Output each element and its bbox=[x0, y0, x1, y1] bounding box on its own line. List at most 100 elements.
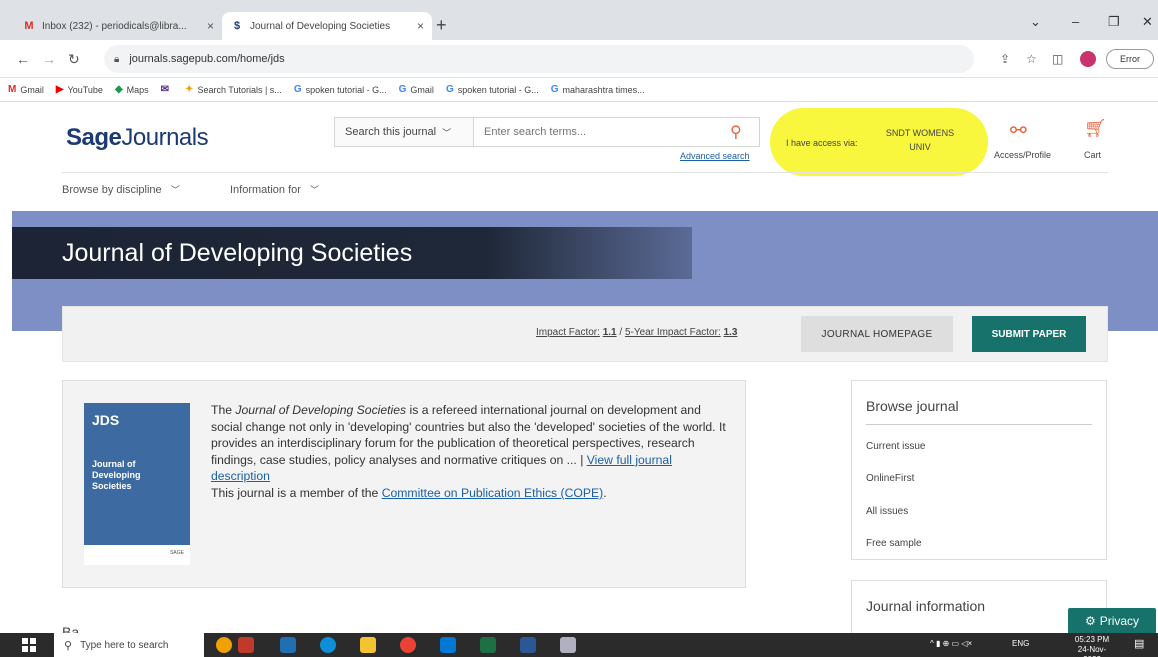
chevron-down-icon: ﹀ bbox=[309, 185, 319, 195]
search-icon: ⚲ bbox=[64, 639, 73, 652]
excel-icon[interactable] bbox=[480, 637, 496, 653]
bookmark-label: spoken tutorial - G... bbox=[305, 84, 387, 95]
institution-access-highlight: I have access via: SNDT WOMENS UNIV bbox=[770, 108, 988, 176]
share-icon[interactable]: ⇪ bbox=[1000, 52, 1010, 66]
restore-icon[interactable]: ❐ bbox=[1108, 14, 1120, 30]
task-view-icon[interactable] bbox=[280, 637, 296, 653]
bookmark-label: maharashtra times... bbox=[562, 84, 645, 95]
privacy-label: Privacy bbox=[1099, 614, 1140, 628]
address-bar[interactable]: 🔒︎ journals.sagepub.com/home/jds bbox=[104, 45, 974, 73]
search-input[interactable] bbox=[474, 117, 760, 147]
tab-search-icon[interactable]: ⌄ bbox=[1030, 14, 1041, 30]
five-year-impact-value: 1.3 bbox=[723, 327, 738, 338]
bookmark-search-tutorials[interactable]: ✦ Search Tutorials | s... bbox=[185, 84, 282, 95]
access-label: I have access via: bbox=[786, 138, 858, 148]
gift-app-icon[interactable] bbox=[238, 637, 254, 653]
chrome-icon[interactable] bbox=[400, 637, 416, 653]
menu-label: Browse by discipline bbox=[62, 184, 162, 196]
close-tab-icon[interactable]: × bbox=[417, 19, 424, 33]
access-institution[interactable]: SNDT WOMENS UNIV bbox=[880, 126, 960, 154]
side-panel-icon[interactable]: ◫ bbox=[1052, 52, 1063, 66]
forward-icon[interactable]: → bbox=[42, 51, 56, 67]
alarm-app-icon[interactable] bbox=[216, 637, 232, 653]
bookmark-label: Gmail bbox=[410, 84, 434, 95]
maps-icon: ◆ bbox=[114, 84, 123, 95]
cart-label[interactable]: Cart bbox=[1084, 150, 1101, 160]
language-indicator[interactable]: ENG bbox=[1012, 639, 1029, 648]
browse-by-discipline-menu[interactable]: Browse by discipline ﹀ bbox=[62, 183, 180, 196]
cover-journal-name: Journal of Developing Societies bbox=[92, 459, 141, 491]
reload-icon[interactable]: ↻ bbox=[68, 51, 80, 68]
five-year-impact-label: 5-Year Impact Factor: bbox=[624, 327, 721, 338]
logo-bold: Sage bbox=[66, 124, 122, 151]
sage-journals-logo[interactable]: SageJournals bbox=[66, 124, 209, 152]
journal-homepage-button[interactable]: JOURNAL HOMEPAGE bbox=[801, 316, 953, 352]
tab-journal[interactable]: $ Journal of Developing Societies × bbox=[222, 12, 432, 40]
bookmark-mail[interactable]: ✉ bbox=[161, 84, 173, 95]
bookmark-label: Maps bbox=[126, 84, 149, 95]
cope-link[interactable]: Committee on Publication Ethics (COPE) bbox=[382, 486, 604, 500]
file-explorer-icon[interactable] bbox=[360, 637, 376, 653]
taskbar-search[interactable]: ⚲ Type here to search bbox=[54, 633, 204, 657]
clock-date: 24-Nov-2022 bbox=[1077, 645, 1107, 657]
bookmark-youtube[interactable]: ▶ YouTube bbox=[56, 84, 103, 95]
google-icon: G bbox=[293, 84, 302, 95]
tray-icons[interactable]: ^ ▮ ⊕ ▭ ◁× bbox=[930, 639, 972, 648]
privacy-button[interactable]: ⚙ Privacy bbox=[1068, 608, 1156, 634]
sidebar-divider bbox=[866, 424, 1092, 425]
edge-icon[interactable] bbox=[320, 637, 336, 653]
tab-title: Inbox (232) - periodicals@libra... bbox=[42, 20, 187, 32]
cope-suffix: . bbox=[603, 485, 607, 500]
chevron-down-icon: ﹀ bbox=[170, 185, 180, 195]
search-scope-dropdown[interactable]: Search this journal ﹀ bbox=[334, 117, 474, 147]
sidebar-item-onlinefirst[interactable]: OnlineFirst bbox=[866, 473, 914, 484]
tutorials-icon: ✦ bbox=[185, 84, 194, 95]
back-icon[interactable]: ← bbox=[16, 51, 30, 67]
clock-time: 05:23 PM bbox=[1074, 635, 1110, 644]
windows-start-icon[interactable] bbox=[22, 638, 36, 652]
windows-taskbar: ⚲ Type here to search ^ ▮ ⊕ ▭ ◁× ENG 05:2… bbox=[0, 633, 1158, 657]
bookmark-gmail-2[interactable]: G Gmail bbox=[399, 84, 434, 95]
bookmark-label: spoken tutorial - G... bbox=[457, 84, 539, 95]
close-window-icon[interactable]: ✕ bbox=[1142, 14, 1153, 30]
mail-app-icon[interactable] bbox=[440, 637, 456, 653]
bookmarks-bar: M Gmail ▶ YouTube ◆ Maps ✉ ✦ Search Tutorial… bbox=[0, 78, 1158, 102]
gmail-icon: M bbox=[8, 84, 17, 95]
sidebar-item-current-issue[interactable]: Current issue bbox=[866, 441, 925, 452]
impact-factor-value: 1.1 bbox=[602, 327, 617, 338]
word-icon[interactable] bbox=[520, 637, 536, 653]
cart-icon[interactable]: 🛒︎ bbox=[1084, 118, 1107, 139]
bookmark-spoken-tutorial-2[interactable]: Gspoken tutorial - G... bbox=[446, 84, 539, 95]
youtube-icon: ▶ bbox=[55, 84, 64, 95]
advanced-search-link[interactable]: Advanced search bbox=[680, 151, 750, 161]
bookmark-gmail[interactable]: M Gmail bbox=[8, 84, 44, 95]
new-tab-button[interactable]: + bbox=[436, 15, 447, 36]
paint-icon[interactable] bbox=[560, 637, 576, 653]
error-button[interactable]: Error bbox=[1106, 49, 1154, 69]
search-scope-label: Search this journal bbox=[345, 126, 437, 138]
notifications-icon[interactable]: ▤ bbox=[1134, 637, 1144, 650]
sidebar-item-free-sample[interactable]: Free sample bbox=[866, 538, 922, 549]
bookmark-star-icon[interactable]: ☆ bbox=[1026, 52, 1037, 66]
minimize-icon[interactable]: – bbox=[1072, 14, 1079, 29]
user-profile-icon[interactable]: ⚯ bbox=[1010, 118, 1027, 143]
browser-tab-bar: M Inbox (232) - periodicals@libra... × $… bbox=[0, 0, 1158, 40]
bookmark-maharashtra-times[interactable]: Gmaharashtra times... bbox=[551, 84, 645, 95]
sidebar-item-all-issues[interactable]: All issues bbox=[866, 506, 908, 517]
search-icon[interactable]: ⚲ bbox=[730, 122, 742, 142]
taskbar-clock[interactable]: 05:23 PM24-Nov-2022 bbox=[1070, 635, 1114, 657]
url-text: journals.sagepub.com/home/jds bbox=[129, 53, 285, 65]
profile-avatar[interactable] bbox=[1080, 51, 1096, 67]
access-profile-label[interactable]: Access/Profile bbox=[994, 150, 1051, 160]
bookmark-label: YouTube bbox=[67, 84, 103, 95]
submit-paper-button[interactable]: SUBMIT PAPER bbox=[972, 316, 1086, 352]
menu-label: Information for bbox=[230, 184, 301, 196]
journal-cover-image[interactable]: JDS Journal of Developing Societies SAGE bbox=[84, 403, 190, 565]
information-for-menu[interactable]: Information for ﹀ bbox=[230, 183, 319, 196]
bookmark-maps[interactable]: ◆ Maps bbox=[115, 84, 149, 95]
tab-gmail[interactable]: M Inbox (232) - periodicals@libra... × bbox=[14, 12, 222, 40]
impact-factors[interactable]: Impact Factor: 1.1 / 5-Year Impact Facto… bbox=[536, 327, 737, 338]
bookmark-spoken-tutorial[interactable]: Gspoken tutorial - G... bbox=[294, 84, 387, 95]
close-tab-icon[interactable]: × bbox=[207, 19, 214, 33]
impact-factor-label: Impact Factor: bbox=[536, 327, 600, 338]
